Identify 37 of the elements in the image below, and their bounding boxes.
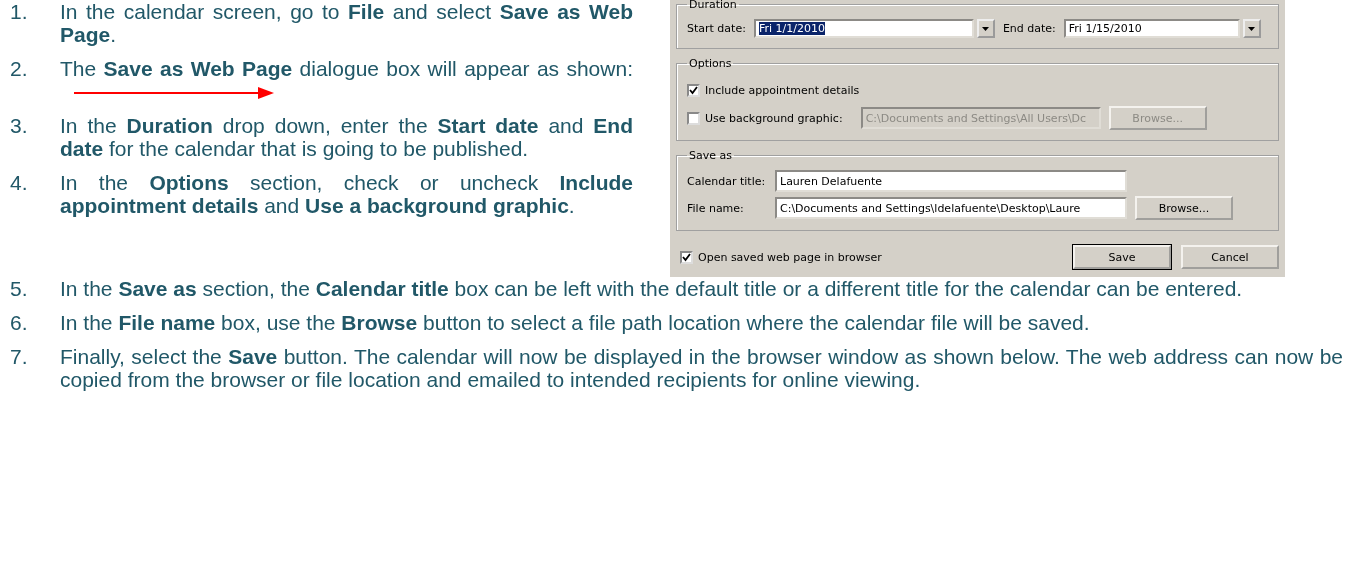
- group-label: Save as: [688, 149, 733, 162]
- group-label: Options: [688, 57, 733, 70]
- step-text: In the Save as section, the Calendar title box can be left with the default title or a different title for the calendar can be entered.: [60, 277, 1243, 300]
- dropdown-button[interactable]: [1242, 19, 1261, 38]
- date-field[interactable]: Fri 1/1/2010: [753, 19, 974, 38]
- caret-icon: [982, 26, 990, 31]
- field-label: File name:: [687, 201, 745, 215]
- title-field[interactable]: Lauren Delafuente: [775, 170, 1127, 192]
- field-label: Calendar title:: [687, 174, 767, 188]
- step-number: 2.: [10, 57, 29, 82]
- step-number: 1.: [10, 0, 29, 25]
- step-text: In the File name box, use the Browse button to select a file path location where the calendar file will be saved.: [60, 311, 1090, 334]
- step-text: The Save as Web Page dialogue box will appear as shown:: [60, 57, 633, 80]
- step-text: Finally, select the Save button. The calendar will now be displayed in the browser window as shown below. The web address can now be copied from the browser or file location and emailed to intended recipients for online viewing.: [60, 345, 1343, 391]
- checkbox-label: Use background graphic:: [705, 111, 843, 125]
- browse-button[interactable]: Browse...: [1135, 196, 1233, 220]
- step-number: 4.: [10, 171, 29, 196]
- step-number: 5.: [10, 277, 29, 300]
- checkbox-label: Open saved web page in browser: [698, 250, 882, 264]
- step-text: In the Duration drop down, enter the Start date and End date for the calendar that is going to be published.: [60, 114, 633, 160]
- dialog-button[interactable]: Cancel: [1181, 245, 1279, 269]
- file-field[interactable]: C:\Documents and Settings\ldelafuente\Desktop\Laure: [775, 197, 1127, 219]
- step-text: In the Options section, check or uncheck Include appointment details and Use a background graphic.: [60, 171, 633, 217]
- checkbox[interactable]: [680, 250, 693, 264]
- dropdown-button[interactable]: [976, 19, 995, 38]
- field-label: Start date:: [687, 22, 746, 35]
- field-label: End date:: [1002, 22, 1056, 35]
- step-number: 6.: [10, 311, 29, 334]
- step-number: 7.: [10, 345, 29, 370]
- dialog-button[interactable]: Save: [1073, 245, 1171, 269]
- checkbox-label: Include appointment details: [705, 83, 860, 97]
- date-field[interactable]: Fri 1/15/2010: [1063, 19, 1240, 38]
- caret-icon: [1248, 26, 1256, 31]
- step-text: In the calendar screen, go to File and select Save as Web Page.: [60, 0, 633, 46]
- checkbox[interactable]: [687, 83, 700, 97]
- step-number: 3.: [10, 114, 29, 139]
- group-label: Duration: [688, 0, 738, 11]
